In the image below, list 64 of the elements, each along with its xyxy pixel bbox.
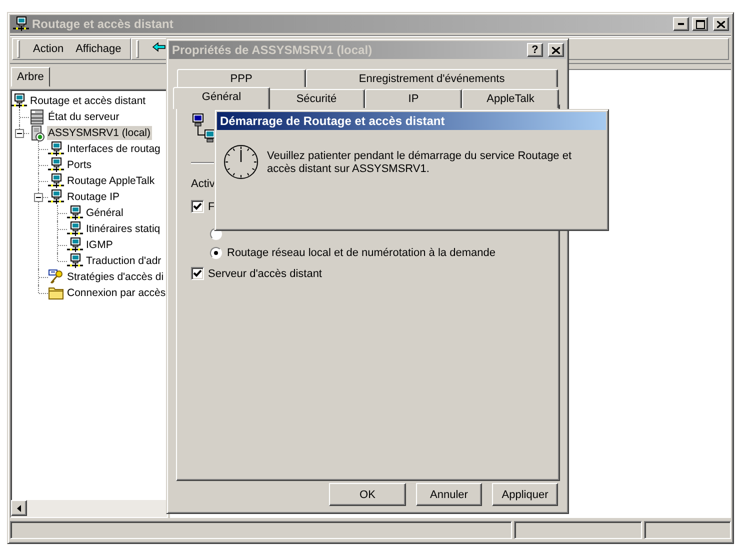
network-computer-icon [48,141,64,157]
checkbox[interactable] [191,267,204,280]
tree-item[interactable]: ASSYSMSRV1 (local) [47,126,152,140]
option-label: F [208,200,215,212]
network-computer-icon [48,189,64,205]
tree-item[interactable]: État du serveur [47,110,120,124]
network-computer-icon [67,253,83,269]
dialog-button[interactable]: Annuler [416,483,482,506]
tree-item[interactable]: Traduction d'adr [85,254,162,268]
close-icon [717,20,725,28]
network-computer-icon [67,205,83,221]
tab[interactable]: Enregistrement d'événements [306,69,558,87]
checkbox[interactable] [191,200,204,213]
tree-item[interactable]: Ports [66,158,93,172]
menu-item[interactable]: Action [28,40,69,58]
network-computer-icon [13,16,29,32]
left-arrow-icon [17,504,21,512]
network-computer-icon [48,157,64,173]
folder-icon [48,285,64,301]
network-computer-icon [67,221,83,237]
maximize-button[interactable] [692,17,708,31]
maximize-icon [696,20,704,28]
option-label: Serveur d'accès distant [208,268,322,280]
tree-item[interactable]: Routage AppleTalk [66,174,156,188]
collapse-toggle[interactable] [15,129,24,138]
tab[interactable]: IP [365,89,462,108]
tree-item[interactable]: Connexion par accès [66,286,167,300]
server-icon [29,124,45,142]
dialog-button[interactable]: Appliquer [492,483,558,506]
help-button[interactable]: ? [527,43,543,57]
network-computer-icon [67,237,83,253]
scroll-left-button[interactable] [11,500,27,516]
clock-icon [223,144,259,180]
radio-button[interactable] [210,246,222,258]
window-title: Démarrage de Routage et accès distant [220,114,446,128]
tree-item[interactable]: Routage et accès distant [29,94,147,108]
network-computer-icon [48,173,64,189]
key-icon [48,269,64,285]
tree-item[interactable]: Routage IP [66,190,121,204]
tree-item[interactable]: IGMP [85,238,114,252]
minimize-icon [678,23,684,25]
dialog-button[interactable]: OK [329,483,406,506]
status-message: Veuillez patienter pendant le démarrage du service Routage et accès distant sur ASSYSMSRV1. [267,149,573,177]
option-label: Routage réseau local et de numérotation à la demande [227,246,496,258]
window-title: Propriétés de ASSYSMSRV1 (local) [172,43,374,57]
tree-item[interactable]: Interfaces de routag [66,142,162,156]
tree-item[interactable]: Itinéraires statiq [85,222,162,236]
tree-item[interactable]: Général [85,206,124,220]
section-label: Activ [191,178,216,190]
tree-tab[interactable]: Arbre [11,67,50,87]
close-button[interactable] [713,17,729,31]
menu-item[interactable]: Affichage [70,40,126,58]
close-button[interactable] [548,43,564,57]
tree-item[interactable]: Stratégies d'accès di [66,270,165,284]
tab[interactable]: PPP [177,69,306,87]
window-title: Routage et accès distant [32,17,174,31]
collapse-toggle[interactable] [34,193,43,202]
close-icon [552,46,560,54]
tab[interactable]: Général [173,87,270,109]
minimize-button[interactable] [673,17,689,31]
horizontal-scrollbar[interactable] [11,500,167,517]
server-stack-icon [29,109,45,125]
tab[interactable]: AppleTalk [462,89,559,108]
tab[interactable]: Sécurité [268,89,365,108]
